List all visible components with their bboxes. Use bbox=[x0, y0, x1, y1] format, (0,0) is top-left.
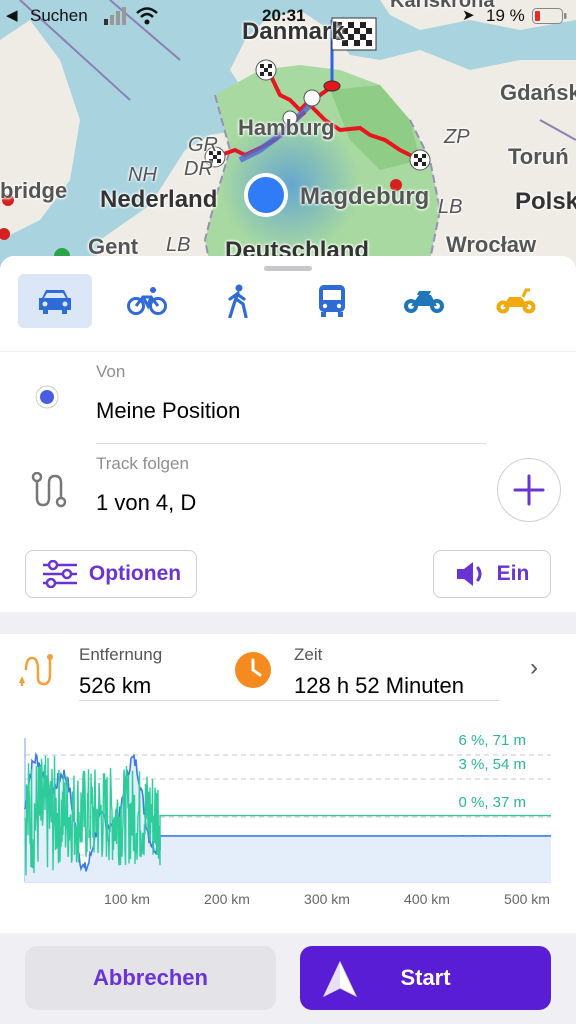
map-label-gdansk: Gdańsk bbox=[500, 80, 576, 105]
chevron-right-icon[interactable]: › bbox=[530, 654, 538, 682]
speaker-icon bbox=[456, 562, 482, 586]
route-stats-card: Entfernung 526 km Zeit 128 h 52 Minuten … bbox=[0, 634, 576, 934]
options-button[interactable]: Optionen bbox=[25, 550, 197, 598]
map-label-magdeburg: Magdeburg bbox=[300, 183, 430, 210]
map-label-gr: GR bbox=[188, 134, 218, 156]
chart-right-axis-label: 3 %, 54 m bbox=[458, 756, 526, 773]
sound-toggle-button[interactable]: Ein bbox=[433, 550, 551, 598]
plus-icon bbox=[513, 474, 545, 506]
sheet-grabber[interactable] bbox=[264, 266, 312, 271]
waypoint-flag-icon bbox=[255, 59, 277, 81]
divider bbox=[96, 443, 486, 444]
distance-icon bbox=[19, 654, 53, 686]
mode-motorcycle-button[interactable] bbox=[387, 274, 461, 328]
car-icon bbox=[39, 290, 71, 314]
clock: 20:31 bbox=[262, 6, 306, 25]
map-label-lb-de: LB bbox=[438, 196, 463, 218]
cancel-button[interactable]: Abbrechen bbox=[25, 946, 276, 1010]
track-follow-icon bbox=[31, 472, 67, 508]
scooter-icon bbox=[496, 288, 536, 314]
map-label-zp: ZP bbox=[444, 126, 470, 148]
map-label-cambridge: bridge bbox=[0, 178, 68, 203]
pedestrian-icon bbox=[228, 284, 248, 318]
map-view[interactable]: Danmark Hamburg Nederland Magdeburg Deut… bbox=[0, 0, 576, 290]
chart-x-tick-label: 200 km bbox=[204, 891, 250, 907]
signal-icon bbox=[104, 7, 126, 25]
from-label: Von bbox=[96, 362, 126, 381]
bus-icon bbox=[319, 285, 345, 317]
route-card: Von Meine Position Track folgen 1 von 4,… bbox=[0, 352, 576, 612]
bottom-action-bar: Abbrechen Start bbox=[0, 933, 576, 1024]
chart-x-tick-label: 300 km bbox=[304, 891, 350, 907]
location-arrow-icon: ➤ bbox=[462, 7, 475, 24]
map-label-lb-be: LB bbox=[166, 234, 191, 256]
map-label-dr: DR bbox=[184, 158, 213, 180]
track-label: Track folgen bbox=[96, 454, 189, 473]
map-label-torun: Toruń bbox=[508, 144, 569, 169]
options-label: Optionen bbox=[88, 562, 182, 585]
mode-car-button[interactable] bbox=[18, 274, 92, 328]
current-position-marker bbox=[244, 173, 288, 217]
mode-pedestrian-button[interactable] bbox=[201, 274, 275, 328]
bicycle-icon bbox=[127, 287, 167, 315]
transport-mode-bar bbox=[0, 256, 576, 351]
map-label-hamburg: Hamburg bbox=[238, 115, 335, 140]
back-arrow-icon[interactable]: ◀ bbox=[6, 6, 18, 24]
distance-value: 526 km bbox=[79, 673, 152, 698]
motorcycle-icon bbox=[404, 291, 444, 313]
sliders-icon bbox=[42, 560, 77, 588]
distance-label: Entfernung bbox=[79, 645, 163, 664]
time-value: 128 h 52 Minuten bbox=[294, 673, 465, 698]
mode-bicycle-button[interactable] bbox=[110, 274, 184, 328]
map-label-nederland: Nederland bbox=[100, 186, 218, 213]
carrier-label: Suchen bbox=[30, 6, 88, 25]
map-label-polska: Polsk bbox=[515, 188, 576, 215]
mode-scooter-button[interactable] bbox=[479, 274, 553, 328]
navigation-arrow-icon bbox=[322, 960, 358, 998]
mode-bus-button[interactable] bbox=[295, 274, 369, 328]
map-label-wroclaw: Wrocław bbox=[446, 232, 537, 257]
add-waypoint-button[interactable] bbox=[497, 458, 561, 522]
start-label: Start bbox=[400, 965, 451, 990]
divider bbox=[79, 700, 499, 701]
from-value[interactable]: Meine Position bbox=[96, 398, 240, 424]
time-label: Zeit bbox=[294, 645, 323, 664]
battery-icon bbox=[532, 8, 567, 24]
cancel-label: Abbrechen bbox=[93, 965, 208, 990]
sound-label: Ein bbox=[496, 562, 530, 585]
track-value[interactable]: 1 von 4, D bbox=[96, 490, 196, 516]
chart-right-axis-label: 6 %, 71 m bbox=[458, 732, 526, 749]
clock-icon bbox=[235, 652, 271, 688]
battery-percent: 19 % bbox=[486, 6, 525, 25]
route-sheet: Von Meine Position Track folgen 1 von 4,… bbox=[0, 256, 576, 1024]
chart-right-axis-label: 0 %, 37 m bbox=[458, 794, 526, 811]
chart-x-tick-label: 400 km bbox=[404, 891, 450, 907]
chart-x-tick-label: 100 km bbox=[104, 891, 150, 907]
status-bar: ◀ Suchen 20:31 ➤ 19 % bbox=[0, 0, 576, 32]
elevation-chart[interactable]: 6 %, 71 m3 %, 54 m0 %, 37 m-3 %, 19 m100… bbox=[0, 714, 576, 934]
my-position-dot-icon bbox=[35, 385, 59, 409]
map-label-nh: NH bbox=[128, 164, 157, 186]
wifi-icon bbox=[136, 7, 158, 25]
start-button[interactable]: Start bbox=[300, 946, 551, 1010]
chart-x-tick-label: 500 km bbox=[504, 891, 550, 907]
